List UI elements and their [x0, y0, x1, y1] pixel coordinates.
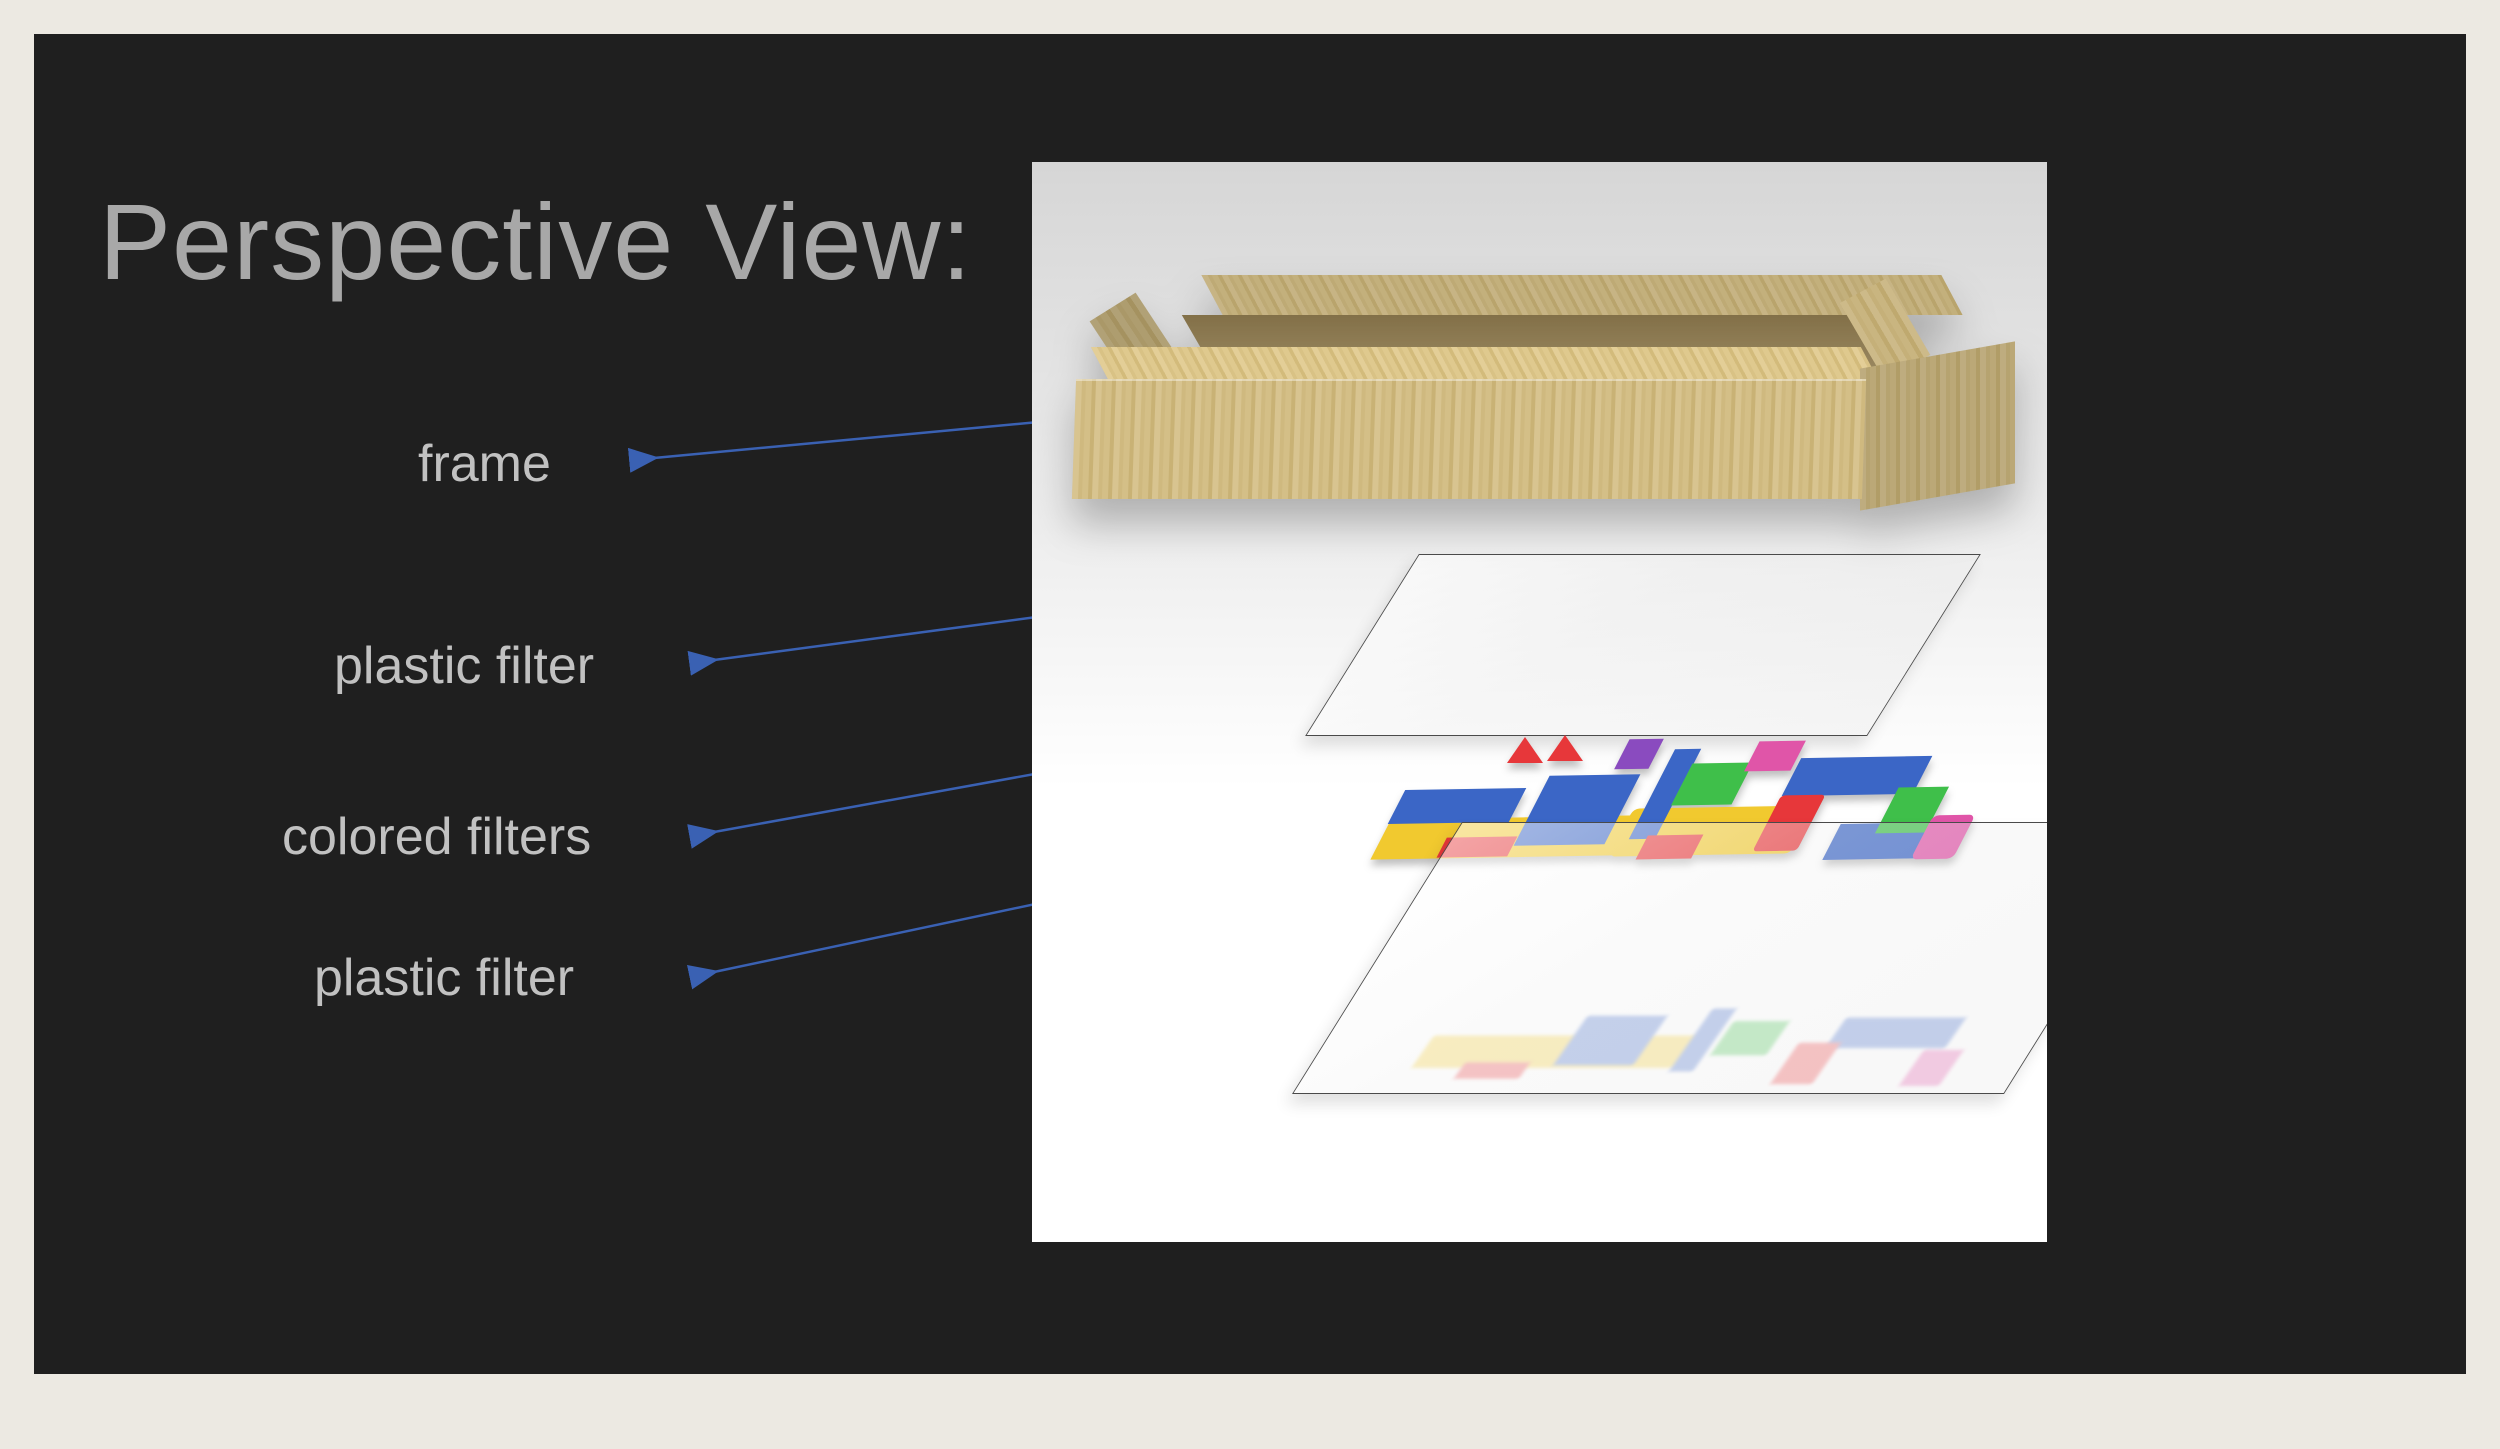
label-frame: frame — [418, 434, 551, 494]
label-colored-filters: colored filters — [282, 807, 591, 867]
label-plastic-filter-bottom: plastic filter — [314, 948, 574, 1008]
render-panel — [1032, 162, 2047, 1242]
label-plastic-filter-top: plastic filter — [334, 636, 594, 696]
layer-plastic-filter-top — [1305, 554, 1981, 736]
slide-title: Perspective View: — [99, 179, 972, 304]
layer-frame — [1072, 227, 2022, 527]
layer-reflection — [1305, 1000, 2019, 1135]
slide-canvas: Perspective View: frame plastic filter c… — [34, 34, 2466, 1374]
